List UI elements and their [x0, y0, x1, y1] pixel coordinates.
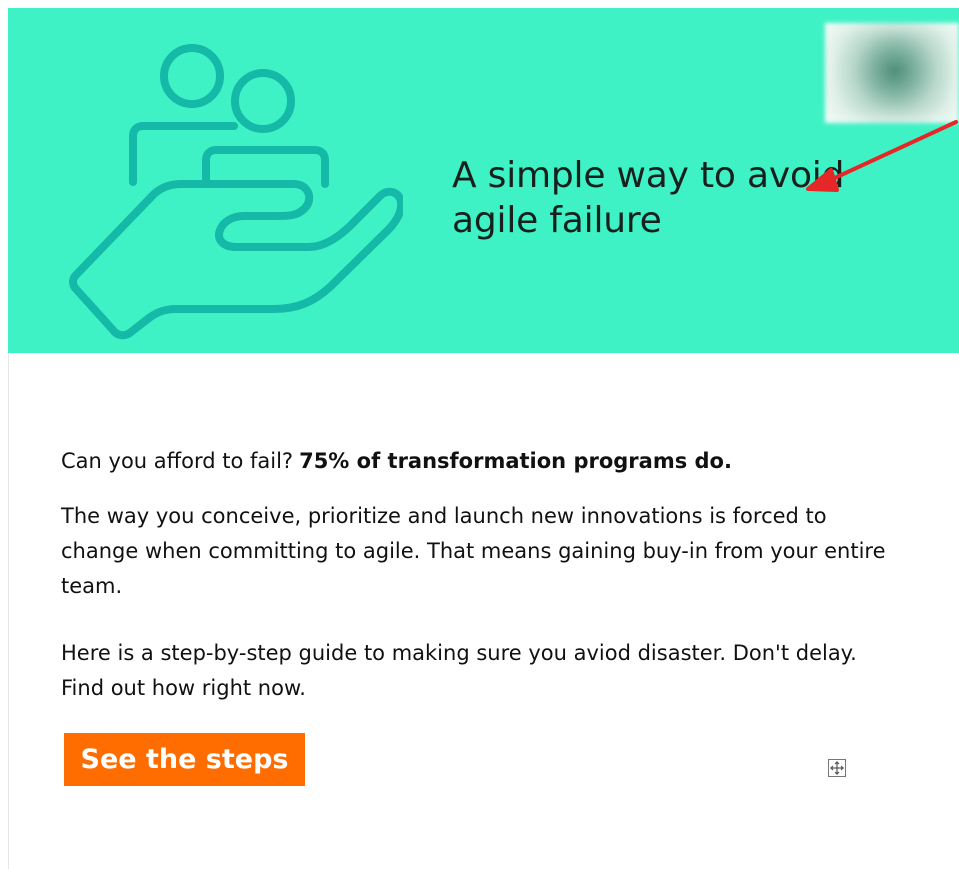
red-arrow-icon — [806, 120, 958, 192]
person-head-icon — [160, 44, 224, 108]
move-handle-icon[interactable] — [828, 759, 846, 777]
transformation-stat: 75% of transformation programs do. — [299, 449, 732, 473]
people-on-hand-icon — [69, 44, 403, 340]
person-head-icon — [231, 69, 295, 133]
hand-outline-icon — [69, 180, 403, 340]
intro-line: Can you afford to fail? 75% of transforma… — [61, 444, 901, 479]
intro-question: Can you afford to fail? — [61, 449, 294, 473]
see-the-steps-button[interactable]: See the steps — [64, 733, 305, 786]
person-body-icon — [202, 146, 329, 188]
move-arrows-icon — [830, 761, 844, 775]
agile-change-paragraph: The way you conceive, prioritize and lau… — [61, 504, 886, 598]
guide-paragraph: Here is a step-by-step guide to making s… — [61, 641, 857, 700]
intro-copy: Can you afford to fail? 75% of transforma… — [61, 444, 901, 479]
blurred-image-thumbnail — [825, 23, 959, 123]
hero-title: A simple way to avoid agile failure — [452, 155, 845, 241]
